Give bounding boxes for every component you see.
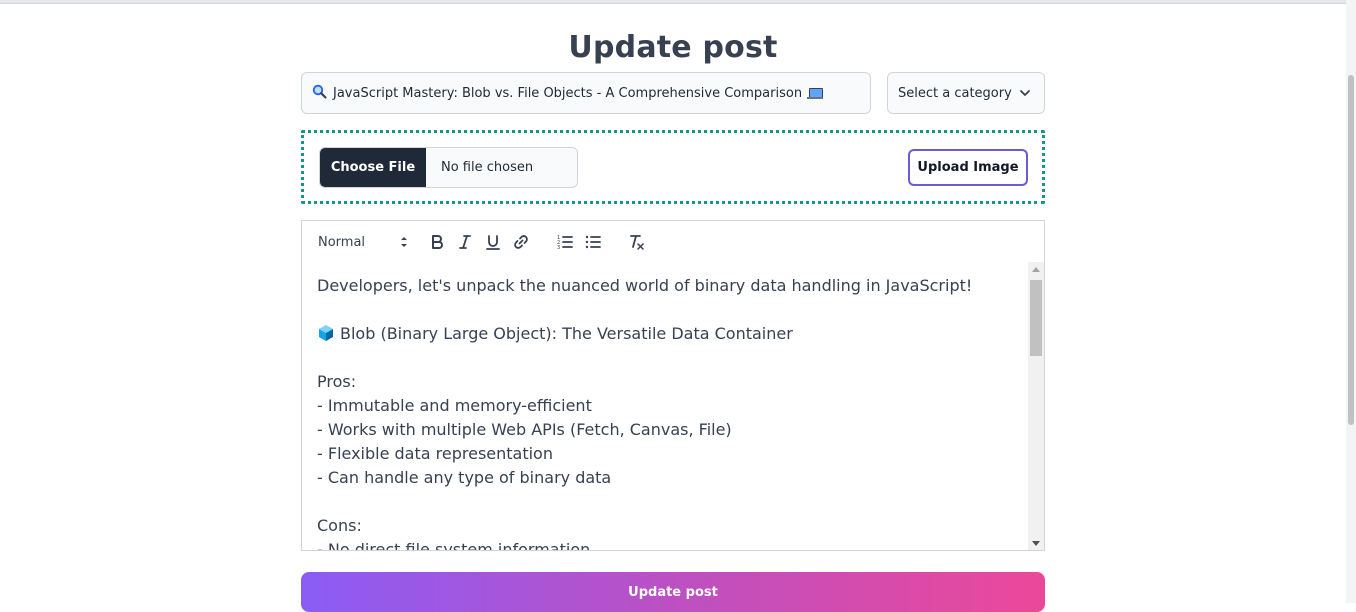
ordered-list-icon[interactable]: 123 bbox=[556, 233, 574, 251]
editor-line: - No direct file system information bbox=[317, 540, 591, 551]
editor-line: Cons: bbox=[317, 516, 362, 535]
editor-text[interactable]: Developers, let's unpack the nuanced wor… bbox=[317, 274, 1017, 551]
page-title: Update post bbox=[568, 30, 778, 66]
updown-arrows-icon bbox=[401, 237, 407, 247]
editor-scrollbar[interactable] bbox=[1028, 262, 1044, 550]
editor-scrollbar-thumb[interactable] bbox=[1030, 280, 1042, 356]
page-scrollbar-thumb[interactable] bbox=[1348, 75, 1354, 425]
svg-text:3: 3 bbox=[557, 245, 560, 251]
scroll-up-arrow-icon[interactable] bbox=[1032, 267, 1040, 272]
italic-icon[interactable] bbox=[456, 233, 474, 251]
update-post-button[interactable]: Update post bbox=[301, 572, 1045, 612]
editor-line: Pros: bbox=[317, 372, 357, 391]
editor-line: - Flexible data representation bbox=[317, 444, 553, 463]
editor-blank-line bbox=[317, 298, 1017, 322]
clean-format-icon[interactable] bbox=[627, 233, 645, 251]
browser-top-border bbox=[0, 0, 1346, 4]
category-select-value: Select a category bbox=[898, 85, 1012, 101]
editor-toolbar: Normal 123 bbox=[301, 220, 1045, 263]
image-upload-zone: Choose File No file chosen Upload Image bbox=[301, 130, 1045, 204]
file-input[interactable]: Choose File No file chosen bbox=[319, 147, 578, 188]
chevron-down-icon bbox=[1020, 90, 1030, 96]
post-title-input[interactable]: JavaScript Mastery: Blob vs. File Object… bbox=[301, 72, 871, 114]
bold-icon[interactable] bbox=[428, 233, 446, 251]
editor-line: Blob (Binary Large Object): The Versatil… bbox=[317, 322, 1017, 346]
cube-emoji-icon bbox=[317, 324, 335, 342]
editor-line: Developers, let's unpack the nuanced wor… bbox=[317, 276, 973, 295]
upload-image-button[interactable]: Upload Image bbox=[908, 149, 1028, 186]
editor-line-text: Blob (Binary Large Object): The Versatil… bbox=[340, 324, 793, 343]
laptop-emoji-icon bbox=[807, 87, 824, 99]
format-picker[interactable]: Normal bbox=[318, 233, 408, 251]
scroll-down-arrow-icon[interactable] bbox=[1032, 541, 1040, 546]
editor-blank-line bbox=[317, 346, 1017, 370]
post-title-text: JavaScript Mastery: Blob vs. File Object… bbox=[333, 85, 803, 101]
choose-file-button[interactable]: Choose File bbox=[320, 148, 426, 187]
category-select[interactable]: Select a category bbox=[887, 72, 1045, 114]
editor-line: - Can handle any type of binary data bbox=[317, 468, 612, 487]
link-icon[interactable] bbox=[512, 233, 530, 251]
underline-icon[interactable] bbox=[484, 233, 502, 251]
editor-content-area[interactable]: Developers, let's unpack the nuanced wor… bbox=[301, 262, 1045, 551]
format-picker-value: Normal bbox=[318, 234, 366, 250]
editor-line: - Immutable and memory-efficient bbox=[317, 396, 592, 415]
editor-line: - Works with multiple Web APIs (Fetch, C… bbox=[317, 420, 732, 439]
file-status-text: No file chosen bbox=[441, 160, 534, 175]
magnifier-emoji-icon bbox=[312, 84, 327, 103]
editor-blank-line bbox=[317, 490, 1017, 514]
page-scrollbar[interactable] bbox=[1346, 0, 1356, 603]
bullet-list-icon[interactable] bbox=[584, 233, 602, 251]
